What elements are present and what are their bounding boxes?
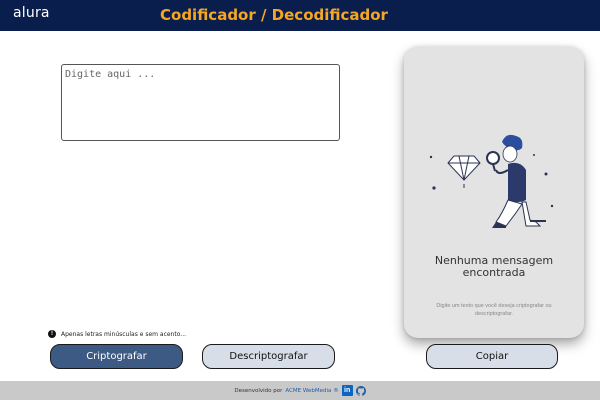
- exclamation-icon: !: [48, 330, 56, 338]
- page-title: Codificador / Decodificador: [160, 6, 388, 24]
- output-panel: Nenhuma mensagem encontrada Digite um te…: [404, 47, 584, 338]
- encrypt-button[interactable]: Criptografar: [50, 344, 183, 369]
- app-header: alura Codificador / Decodificador: [0, 0, 600, 31]
- input-warning: ! Apenas letras minúsculas e sem acento.…: [48, 330, 186, 338]
- page-footer: Desenvolvido por ACME WebMedia ® in: [0, 381, 600, 400]
- empty-state-title: Nenhuma mensagem encontrada: [434, 254, 554, 279]
- person-with-magnifier-illustration: [429, 134, 554, 228]
- linkedin-icon[interactable]: in: [341, 385, 353, 396]
- empty-state-subtitle: Digite um texto que você deseja criptogr…: [436, 303, 552, 317]
- message-input[interactable]: [61, 64, 340, 141]
- alura-logo[interactable]: alura: [13, 5, 50, 21]
- decrypt-button[interactable]: Descriptografar: [202, 344, 335, 369]
- footer-credit: Desenvolvido por: [234, 387, 283, 394]
- copy-button[interactable]: Copiar: [426, 344, 558, 369]
- github-icon[interactable]: [355, 385, 366, 396]
- warning-text: Apenas letras minúsculas e sem acento...: [61, 330, 187, 338]
- footer-company-link[interactable]: ACME WebMedia ®: [285, 388, 338, 394]
